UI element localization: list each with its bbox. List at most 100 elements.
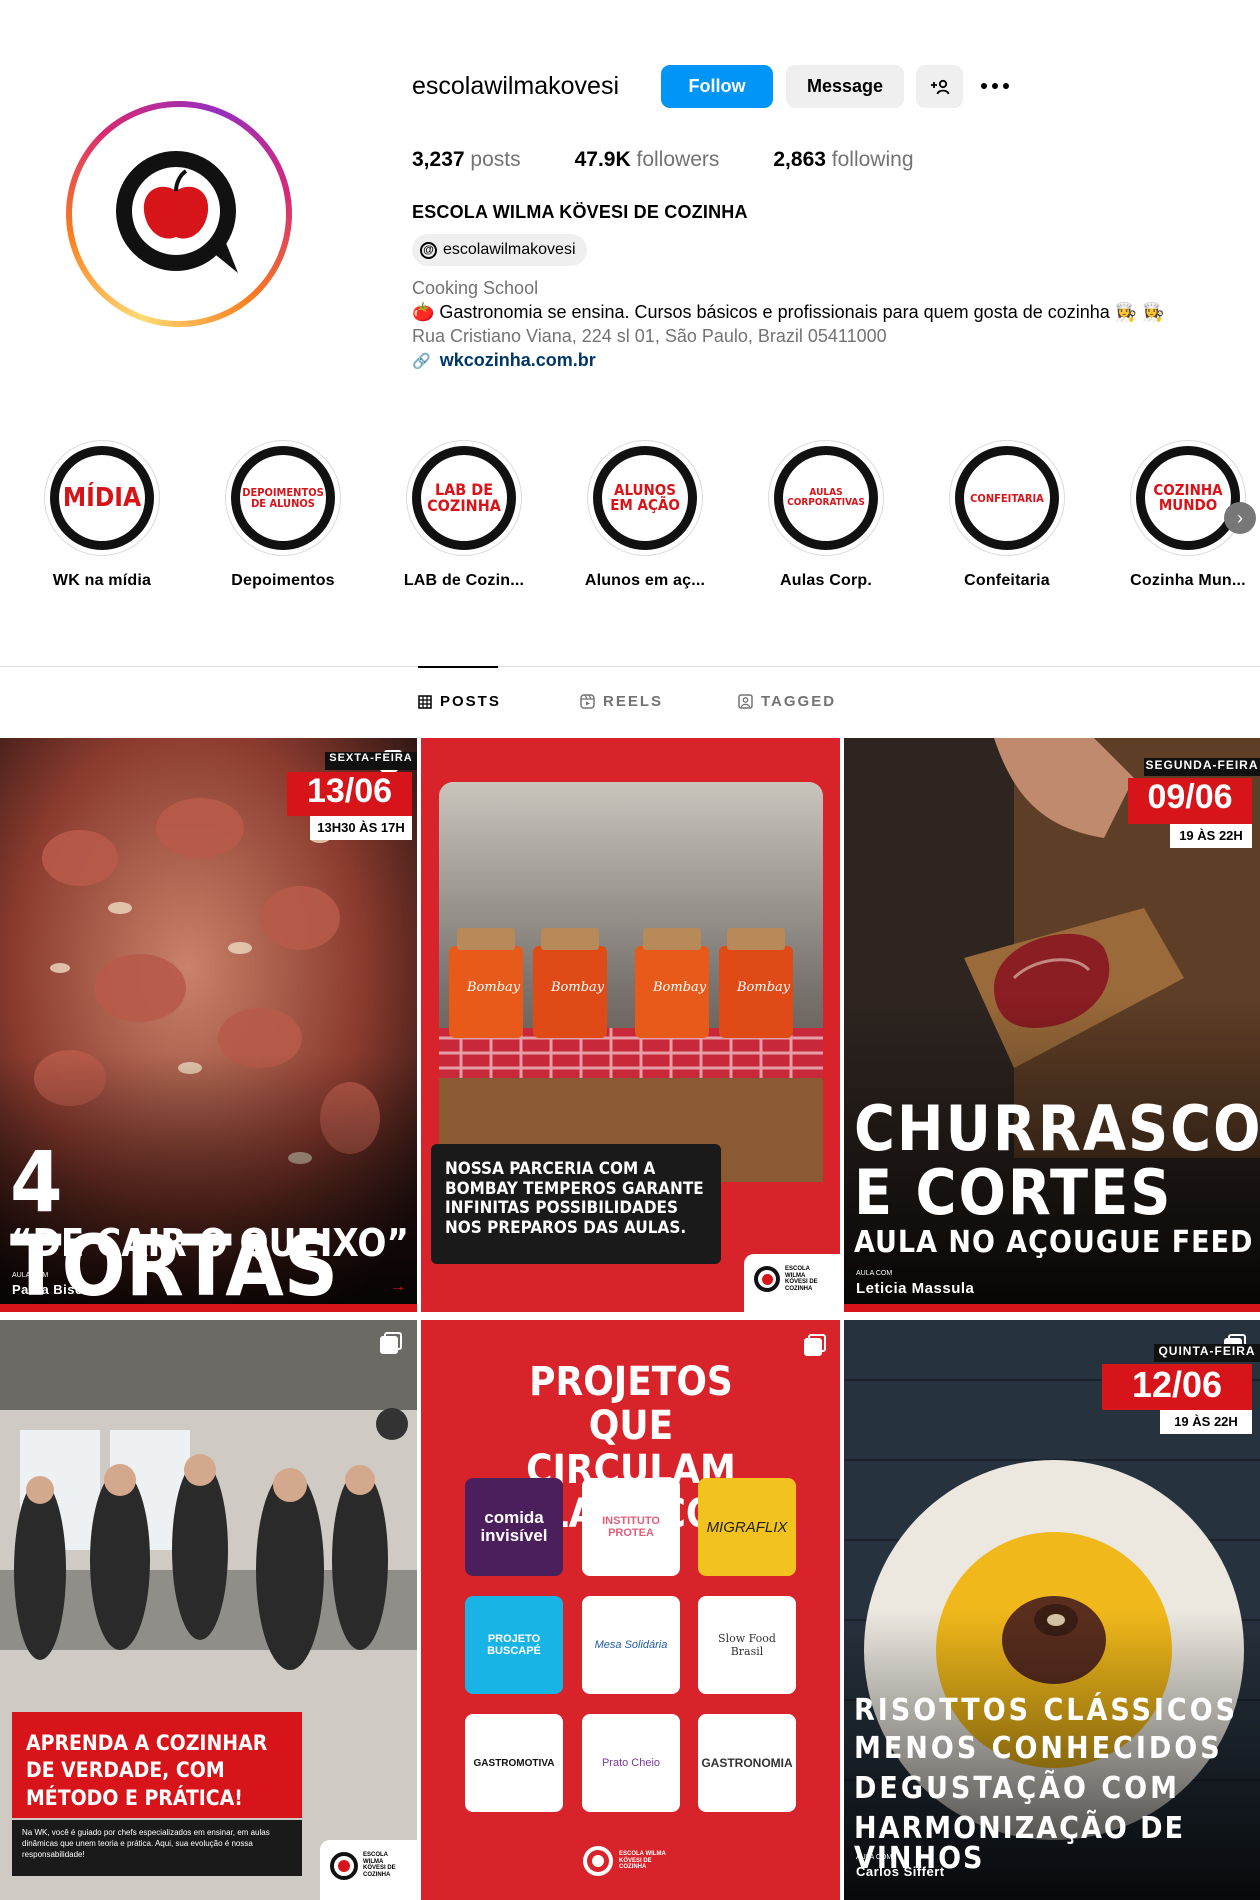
highlight-confeitaria[interactable]: CONFEITARIA Confeitaria [927,440,1087,590]
post-churrasco[interactable]: SEGUNDA-FEIRA 09/06 19 ÀS 22H CHURRASCO … [844,738,1260,1312]
post-bombay[interactable]: Bombay Bombay Bombay Bombay NOSSA PARCER… [421,738,840,1312]
highlight-lab-de-cozinha[interactable]: LAB DE COZINHA LAB de Cozin... [384,440,544,590]
project-tile: INSTITUTO PROTEA [582,1478,680,1576]
profile-stats: 3,237 posts 47.9K followers 2,863 follow… [412,148,968,172]
post-day-label: SEGUNDA-FEIRA [1144,758,1260,776]
post-tortas[interactable]: SEXTA-FEIRA 13/06 13H30 ÀS 17H 4 TORTAS … [0,738,417,1312]
post-body: Na WK, você é guiado por chefs especiali… [22,1828,270,1859]
highlight-cover: COZINHA MUNDO [1136,446,1240,550]
tagged-icon [738,694,753,709]
post-bottom-bar [0,1304,417,1312]
post-projetos[interactable]: PROJETOS QUE CIRCULAM PELA ESCOLA comida… [421,1320,840,1900]
highlight-label: Confeitaria [964,572,1050,589]
highlight-cover: CONFEITARIA [955,446,1059,550]
school-logo-badge: ESCOLA WILMA KÖVESI DE COZINHA [744,1254,840,1312]
jar-brand-label: Bombay [467,980,521,995]
profile-category: Cooking School [412,278,539,298]
link-icon: 🔗 [412,352,431,370]
add-user-icon [930,79,949,94]
project-tile: GASTRONOMIA [698,1714,796,1812]
body-box: Na WK, você é guiado por chefs especiali… [12,1820,302,1876]
follow-button[interactable]: Follow [661,65,773,108]
chef-name: Leticia Massula [856,1280,975,1297]
threads-handle: escolawilmakovesi [443,241,576,258]
reels-icon [580,694,595,709]
highlight-cover: LAB DE COZINHA [412,446,516,550]
apple-logo-icon [754,1266,780,1292]
more-options-icon[interactable] [977,73,1013,99]
following-count[interactable]: 2,863 following [773,148,913,172]
carousel-icon [804,1334,826,1356]
highlights-next-chevron-icon[interactable]: › [1224,502,1256,534]
carousel-icon [380,1332,402,1354]
highlight-cover: MÍDIA [50,446,154,550]
profile-username: escolawilmakovesi [412,72,620,100]
chef-name: Carlos Siffert [856,1864,945,1879]
jar-brand-label: Bombay [653,980,707,995]
highlight-label: WK na mídia [52,572,152,589]
highlight-alunos-em-acao[interactable]: ALUNOS EM AÇÃO Alunos em aç... [565,440,725,590]
highlight-depoimentos[interactable]: DEPOIMENTOS DE ALUNOS Depoimentos [203,440,363,590]
post-time-label: 19 ÀS 22H [1170,824,1252,848]
highlight-label: Alunos em aç... [584,572,706,589]
tab-reels[interactable]: REELS [580,693,663,710]
profile-website-link[interactable]: 🔗 wkcozinha.com.br [412,350,596,371]
post-title-line-1: RISOTTOS CLÁSSICOS [854,1693,1239,1728]
project-tile: Slow Food Brasil [698,1596,796,1694]
chef-name: Paola Biselli [12,1282,96,1297]
tabs-divider [0,666,1260,667]
post-date-label: 12/06 [1102,1364,1252,1410]
highlight-label: LAB de Cozin... [403,572,525,589]
post-bottom-bar [844,1304,1260,1312]
logo-text: ESCOLA WILMA KÖVESI DE COZINHA [363,1852,396,1878]
threads-badge[interactable]: @ escolawilmakovesi [412,234,587,266]
project-tile: comida invisível [465,1478,563,1576]
followers-count[interactable]: 47.9K followers [575,148,720,172]
highlight-aulas-corp[interactable]: AULAS CORPORATIVAS Aulas Corp. [746,440,906,590]
school-logo-badge: ESCOLA WILMA KÖVESI DE COZINHA [320,1840,417,1900]
profile-address[interactable]: Rua Cristiano Viana, 224 sl 01, São Paul… [412,326,887,347]
class-with-label: AULA COM [856,1854,893,1861]
posts-count[interactable]: 3,237 posts [412,148,521,172]
suggest-users-button[interactable] [916,65,963,108]
tab-posts[interactable]: POSTS [418,693,501,710]
highlight-label: Aulas Corp. [780,572,872,589]
project-tile: Mesa Solidária [582,1596,680,1694]
class-with-label: AULA COM [856,1270,893,1277]
project-tile: MIGRAFLIX [698,1478,796,1576]
highlight-label: Cozinha Mun... [1130,572,1246,589]
highlight-cover: DEPOIMENTOS DE ALUNOS [231,446,335,550]
message-button[interactable]: Message [786,65,904,108]
jar-brand-label: Bombay [551,980,605,995]
post-aprenda[interactable]: APRENDA A COZINHAR DE VERDADE, COM MÉTOD… [0,1320,417,1900]
post-time-label: 19 ÀS 22H [1160,1410,1252,1434]
school-logo: ESCOLA WILMA KÖVESI DE COZINHA [583,1846,669,1876]
post-day-label: SEXTA-FEIRA [325,752,417,770]
apple-logo-icon [583,1846,613,1876]
project-tile: GASTROMOTIVA [465,1714,563,1812]
post-title-line-3: DEGUSTAÇÃO COM [854,1771,1180,1806]
headline-box: APRENDA A COZINHAR DE VERDADE, COM MÉTOD… [12,1712,302,1818]
post-date-label: 13/06 [287,772,412,816]
jar-brand-label: Bombay [737,980,791,995]
project-tile: Prato Cheio [582,1714,680,1812]
post-title-line-2: MENOS CONHECIDOS [854,1731,1223,1766]
logo-text: ESCOLA WILMA KÖVESI DE COZINHA [619,1851,666,1871]
post-title-line-1: CHURRASCO [854,1092,1260,1165]
highlight-wk-na-midia[interactable]: MÍDIA WK na mídia [22,440,182,590]
grid-icon [418,694,432,709]
post-caption: NOSSA PARCERIA COM A BOMBAY TEMPEROS GAR… [445,1159,704,1238]
profile-avatar[interactable] [66,101,292,327]
post-subtitle: AULA NO AÇOUGUE FEED [854,1225,1254,1260]
tab-active-indicator [418,666,498,668]
logo-text: ESCOLA WILMA KÖVESI DE COZINHA [785,1266,818,1292]
highlight-cover: ALUNOS EM AÇÃO [593,446,697,550]
post-risottos[interactable]: QUINTA-FEIRA 12/06 19 ÀS 22H RISOTTOS CL… [844,1320,1260,1900]
project-tile: PROJETO BUSCAPÉ [465,1596,563,1694]
highlight-cover: AULAS CORPORATIVAS [774,446,878,550]
tab-tagged[interactable]: TAGGED [738,693,836,710]
highlight-label: Depoimentos [231,572,335,589]
post-date-label: 09/06 [1128,778,1252,824]
apple-logo-icon [330,1852,358,1880]
apple-chat-logo-icon [116,151,238,273]
